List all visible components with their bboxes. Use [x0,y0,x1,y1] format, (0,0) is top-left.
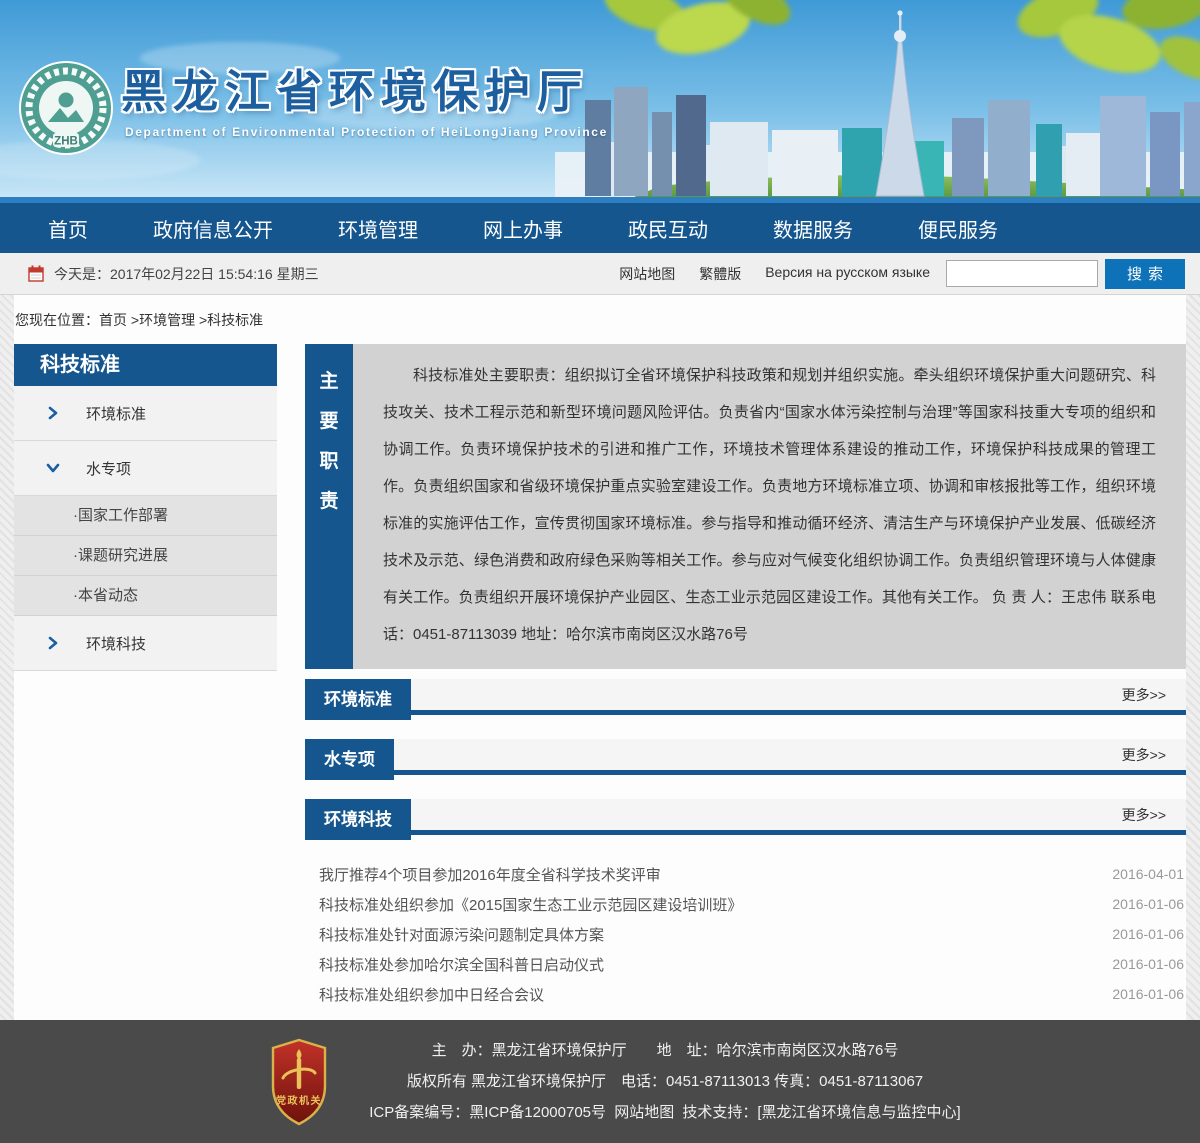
sidebar-subitem-research-progress[interactable]: ·课题研究进展 [14,536,277,576]
news-title[interactable]: 科技标准处参加哈尔滨全国科普日启动仪式 [319,954,604,975]
news-title[interactable]: 科技标准处组织参加《2015国家生态工业示范园区建设培训班》 [319,894,742,915]
news-date: 2016-01-06 [1112,986,1184,1002]
duty-label: 主 要 职 责 [305,344,353,669]
main-nav: 首页 政府信息公开 环境管理 网上办事 政民互动 数据服务 便民服务 [0,203,1200,253]
footer-sitemap-link[interactable]: 网站地图 [614,1104,674,1121]
section-title: 环境科技 [305,799,411,840]
sidebar-subitem-province-news[interactable]: ·本省动态 [14,576,277,616]
news-item: 科技标准处组织参加中日经合会议 2016-01-06 [305,979,1186,1009]
breadcrumb-home[interactable]: 首页 [99,312,127,328]
news-date: 2016-04-01 [1112,866,1184,882]
section-env-tech: 环境科技 更多>> [305,799,1186,835]
duty-block: 主 要 职 责 科技标准处主要职责：组织拟订全省环境保护科技政策和规划并组织实施… [305,344,1186,669]
breadcrumb-prefix: 您现在位置： [15,312,99,328]
utility-bar: 今天是：2017年02月22日 15:54:16 星期三 网站地图 繁體版 Ве… [0,253,1200,295]
main-content: 主 要 职 责 科技标准处主要职责：组织拟订全省环境保护科技政策和规划并组织实施… [305,344,1186,1009]
news-item: 我厅推荐4个项目参加2016年度全省科学技术奖评审 2016-04-01 [305,859,1186,889]
logo-text: ZHB [54,136,78,148]
traditional-chinese-link[interactable]: 繁體版 [699,264,741,284]
epb-logo-icon: ZHB [18,60,114,156]
duty-text: 科技标准处主要职责：组织拟订全省环境保护科技政策和规划并组织实施。牵头组织环境保… [353,344,1186,669]
nav-item-online-services[interactable]: 网上办事 [483,214,563,243]
gov-badge-text: 党政机关 [276,1094,322,1107]
sidebar-subitem-national-deployment[interactable]: ·国家工作部署 [14,496,277,536]
news-item: 科技标准处组织参加《2015国家生态工业示范园区建设培训班》 2016-01-0… [305,889,1186,919]
sidebar-item-label: 水专项 [86,458,131,479]
breadcrumb-env-management[interactable]: 环境管理 [139,312,195,328]
nav-item-public-interaction[interactable]: 政民互动 [628,214,708,243]
section-water-project: 水专项 更多>> [305,739,1186,775]
brand-block: ZHB 黑龙江省环境保护厅 Department of Environmenta… [18,60,608,156]
news-item: 科技标准处针对面源污染问题制定具体方案 2016-01-06 [305,919,1186,949]
nav-item-data-services[interactable]: 数据服务 [773,214,853,243]
sidebar-item-env-tech[interactable]: 环境科技 [14,616,277,671]
more-link[interactable]: 更多>> [1122,685,1166,705]
footer-line-copyright: 版权所有 黑龙江省环境保护厅 电话：0451-87113013 传真：0451-… [369,1066,960,1097]
news-title[interactable]: 科技标准处组织参加中日经合会议 [319,984,544,1005]
nav-item-home[interactable]: 首页 [48,214,88,243]
news-date: 2016-01-06 [1112,926,1184,942]
page-body: 您现在位置：首页 >环境管理 >科技标准 科技标准 环境标准 水专项 ·国家工作… [14,295,1186,1020]
site-header: ZHB 黑龙江省环境保护厅 Department of Environmenta… [0,0,1200,203]
utility-links: 网站地图 繁體版 Версия на русском языке [619,264,930,284]
more-link[interactable]: 更多>> [1122,745,1166,765]
footer-line-host: 主 办：黑龙江省环境保护厅 地 址：哈尔滨市南岗区汉水路76号 [369,1035,960,1066]
sidebar-title: 科技标准 [14,344,277,386]
nav-item-gov-info[interactable]: 政府信息公开 [153,214,273,243]
more-link[interactable]: 更多>> [1122,805,1166,825]
gov-agency-badge-icon: 党政机关 [267,1038,331,1126]
news-title[interactable]: 我厅推荐4个项目参加2016年度全省科学技术奖评审 [319,864,661,885]
footer-icp-number: ICP备案编号：黑ICP备12000705号 [369,1104,606,1121]
chevron-right-icon [45,405,61,421]
sidebar-item-env-standards[interactable]: 环境标准 [14,386,277,441]
breadcrumb: 您现在位置：首页 >环境管理 >科技标准 [14,295,1186,344]
russian-version-link[interactable]: Версия на русском языке [765,264,930,284]
content-area: 科技标准 环境标准 水专项 ·国家工作部署 ·课题研究进展 ·本省动态 [14,344,1186,1009]
chevron-right-icon [45,635,61,651]
sidebar-item-water-project[interactable]: 水专项 [14,441,277,496]
footer-line-icp: ICP备案编号：黑ICP备12000705号 网站地图 技术支持：[黑龙江省环境… [369,1097,960,1128]
news-date: 2016-01-06 [1112,956,1184,972]
news-title[interactable]: 科技标准处针对面源污染问题制定具体方案 [319,924,604,945]
sidebar-item-label: 环境科技 [86,633,146,654]
section-title: 环境标准 [305,679,411,720]
current-date-text: 今天是：2017年02月22日 15:54:16 星期三 [54,264,319,284]
nav-item-convenience-services[interactable]: 便民服务 [918,214,998,243]
search-button[interactable]: 搜索 [1105,259,1185,289]
calendar-icon [28,265,44,282]
sidebar-item-label: 环境标准 [86,403,146,424]
section-env-standards: 环境标准 更多>> [305,679,1186,715]
news-list: 我厅推荐4个项目参加2016年度全省科学技术奖评审 2016-04-01 科技标… [305,859,1186,1009]
sidebar: 科技标准 环境标准 水专项 ·国家工作部署 ·课题研究进展 ·本省动态 [14,344,277,671]
site-subtitle: Department of Environmental Protection o… [125,125,608,139]
section-title: 水专项 [305,739,394,780]
chevron-down-icon [45,460,61,476]
sitemap-link[interactable]: 网站地图 [619,264,675,284]
news-item: 科技标准处参加哈尔滨全国科普日启动仪式 2016-01-06 [305,949,1186,979]
breadcrumb-tech-standards[interactable]: 科技标准 [207,312,263,328]
footer-tech-support: 技术支持：[黑龙江省环境信息与监控中心] [682,1104,960,1121]
footer-text: 主 办：黑龙江省环境保护厅 地 址：哈尔滨市南岗区汉水路76号 版权所有 黑龙江… [369,1035,960,1128]
search-input[interactable] [946,260,1098,287]
site-title: 黑龙江省环境保护厅 [121,66,608,118]
news-date: 2016-01-06 [1112,896,1184,912]
page-footer: 党政机关 主 办：黑龙江省环境保护厅 地 址：哈尔滨市南岗区汉水路76号 版权所… [0,1020,1200,1143]
nav-item-env-management[interactable]: 环境管理 [338,214,418,243]
